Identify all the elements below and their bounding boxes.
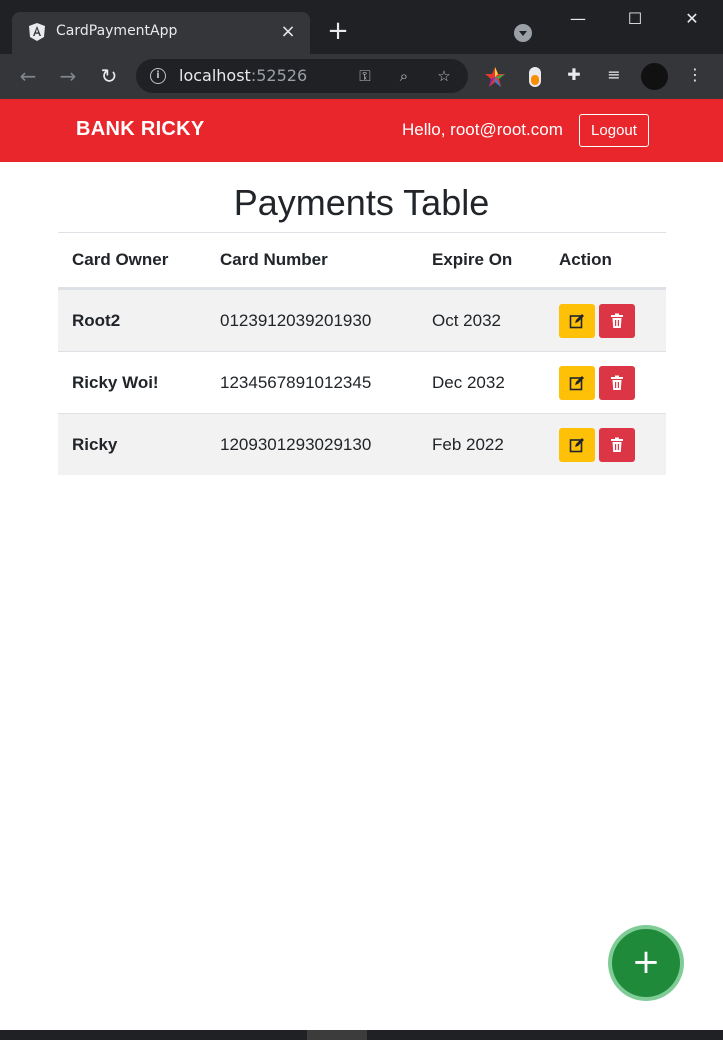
edit-icon <box>569 437 584 452</box>
minimize-icon[interactable]: — <box>555 4 601 34</box>
site-info-icon[interactable]: i <box>150 68 166 84</box>
new-tab-button[interactable]: + <box>326 18 350 46</box>
expire-cell: Feb 2022 <box>418 413 545 475</box>
delete-button[interactable] <box>599 365 635 400</box>
forward-arrow-icon[interactable]: → <box>54 62 82 90</box>
header-card-owner: Card Owner <box>58 233 206 290</box>
card-number-cell: 1209301293029130 <box>206 413 418 475</box>
action-cell <box>545 351 666 414</box>
table-row: Ricky 1209301293029130 Feb 2022 <box>58 413 666 475</box>
trash-icon <box>611 313 623 328</box>
card-number-cell: 0123912039201930 <box>206 288 418 352</box>
edit-button[interactable] <box>559 303 595 338</box>
table-row: Root2 0123912039201930 Oct 2032 <box>58 288 666 352</box>
url-port: :52526 <box>250 66 308 85</box>
page-title: Payments Table <box>233 182 490 223</box>
user-greeting: Hello, root@root.com <box>402 120 563 139</box>
address-bar[interactable]: i localhost:52526 ⚿ ⌕ ☆ <box>136 59 468 93</box>
header-card-number: Card Number <box>206 233 418 290</box>
expire-cell: Oct 2032 <box>418 288 545 352</box>
menu-kebab-icon[interactable]: ⋮ <box>684 64 706 86</box>
add-payment-button[interactable]: + <box>612 929 680 997</box>
header-expire-on: Expire On <box>418 233 545 290</box>
tab-title: CardPaymentApp <box>56 23 178 39</box>
action-cell <box>545 288 666 352</box>
card-owner-cell: Root2 <box>58 288 206 352</box>
extension-capsule-icon[interactable] <box>526 66 544 88</box>
angular-logo-icon <box>29 23 45 41</box>
key-icon[interactable]: ⚿ <box>354 65 376 87</box>
app-navbar: BANK RICKY Hello, root@root.com Logout <box>0 99 723 162</box>
header-action: Action <box>545 233 666 290</box>
trash-icon <box>611 437 623 452</box>
table-row: Ricky Woi! 1234567891012345 Dec 2032 <box>58 351 666 414</box>
tab-search-icon[interactable] <box>514 24 532 42</box>
card-owner-cell: Ricky <box>58 413 206 475</box>
trash-icon <box>611 375 623 390</box>
payments-table: Card Owner Card Number Expire On Action … <box>58 233 666 475</box>
bookmark-star-icon[interactable]: ☆ <box>433 65 455 87</box>
logout-button[interactable]: Logout <box>579 114 649 147</box>
edit-icon <box>569 313 584 328</box>
delete-button[interactable] <box>599 427 635 462</box>
action-cell <box>545 413 666 475</box>
color-picker-extension-icon[interactable] <box>484 66 506 88</box>
edit-button[interactable] <box>559 427 595 462</box>
delete-button[interactable] <box>599 303 635 338</box>
taskbar-thumb <box>307 1030 367 1040</box>
browser-toolbar: ← → ↻ i localhost:52526 ⚿ ⌕ ☆ ✚ ≡ ⋮ <box>0 54 723 99</box>
profile-avatar[interactable] <box>641 63 668 90</box>
card-owner-cell: Ricky Woi! <box>58 351 206 414</box>
window-close-icon[interactable]: ✕ <box>669 4 715 34</box>
media-queue-icon[interactable]: ≡ <box>603 64 625 86</box>
expire-cell: Dec 2032 <box>418 351 545 414</box>
table-header-row: Card Owner Card Number Expire On Action <box>58 233 666 290</box>
zoom-icon[interactable]: ⌕ <box>393 65 415 87</box>
reload-icon[interactable]: ↻ <box>95 62 123 90</box>
card-number-cell: 1234567891012345 <box>206 351 418 414</box>
browser-tab[interactable]: CardPaymentApp × <box>12 12 310 54</box>
back-arrow-icon[interactable]: ← <box>14 62 42 90</box>
url-text[interactable]: localhost:52526 <box>179 66 307 85</box>
brand-logo[interactable]: BANK RICKY <box>76 118 205 141</box>
edit-icon <box>569 375 584 390</box>
extensions-puzzle-icon[interactable]: ✚ <box>563 64 585 86</box>
maximize-icon[interactable]: ☐ <box>612 4 658 34</box>
edit-button[interactable] <box>559 365 595 400</box>
url-host: localhost <box>179 66 251 85</box>
close-tab-icon[interactable]: × <box>278 20 298 44</box>
browser-tab-strip: CardPaymentApp × + — ☐ ✕ <box>0 0 723 54</box>
